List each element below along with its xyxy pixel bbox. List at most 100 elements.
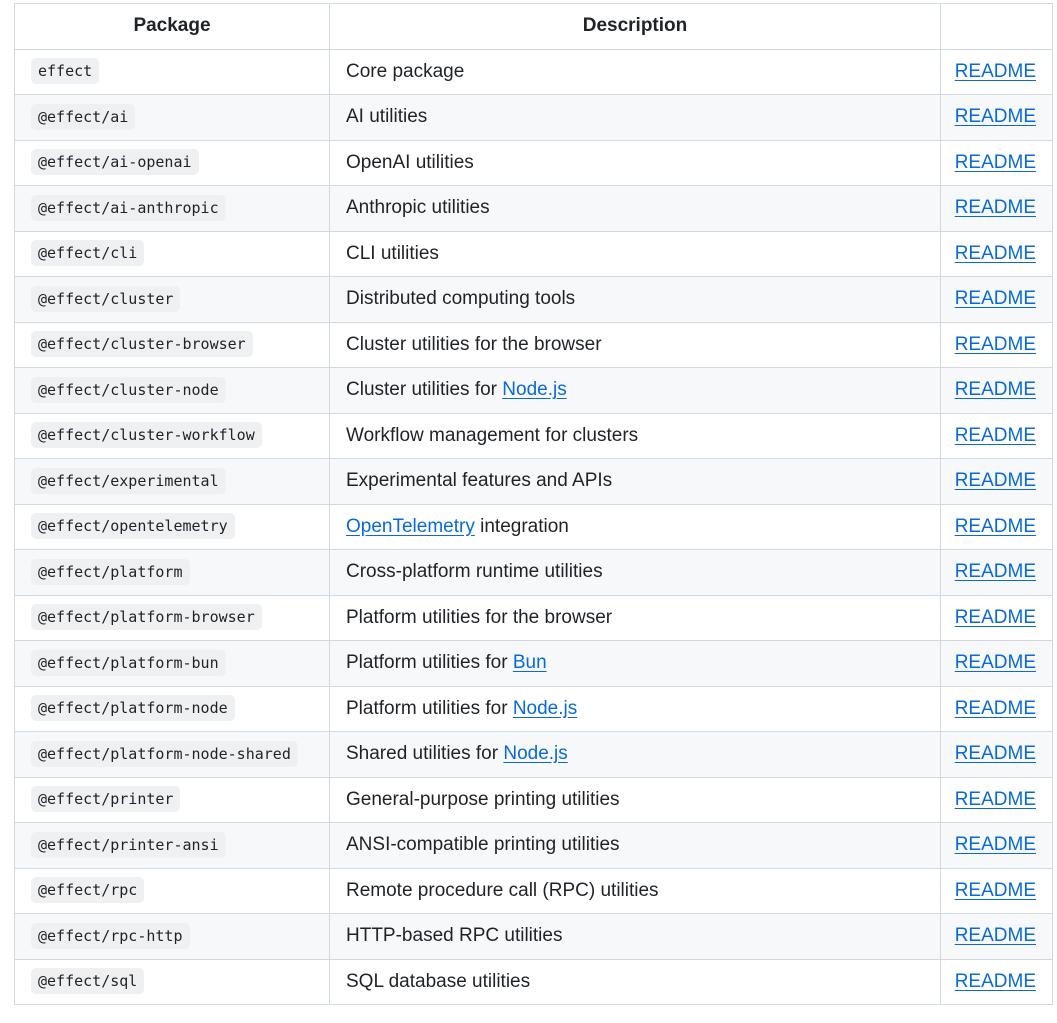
readme-cell: README [940, 94, 1053, 141]
readme-cell: README [940, 503, 1053, 550]
description-cell: Cross-platform runtime utilities [329, 549, 941, 596]
description-cell: Remote procedure call (RPC) utilities [329, 867, 941, 914]
readme-link[interactable]: README [955, 743, 1036, 764]
readme-cell: README [940, 321, 1053, 368]
table-row: @effect/cluster-browser Cluster utilities… [14, 321, 1053, 368]
description-cell: Shared utilities for Node.js [329, 731, 941, 778]
description-cell: AI utilities [329, 94, 941, 141]
package-cell: @effect/platform-browser [14, 594, 330, 641]
readme-link[interactable]: README [955, 288, 1036, 309]
readme-link[interactable]: README [955, 152, 1036, 173]
readme-cell: README [940, 776, 1053, 823]
packages-table-container: Package Description effect Core package RE… [14, 3, 1053, 1005]
package-name: @effect/platform-node-shared [31, 740, 298, 767]
readme-link[interactable]: README [955, 379, 1036, 400]
package-name: @effect/platform-browser [31, 604, 262, 631]
readme-link[interactable]: README [955, 425, 1036, 446]
description-link[interactable]: OpenTelemetry [346, 516, 475, 537]
readme-cell: README [940, 731, 1053, 778]
description-link[interactable]: Bun [513, 652, 547, 673]
description-text: Shared utilities for [346, 743, 504, 765]
description-link[interactable]: Node.js [503, 743, 567, 764]
table-row: effect Core package README [14, 48, 1053, 95]
table-row: @effect/cli CLI utilities README [14, 230, 1053, 277]
package-name: @effect/rpc [31, 877, 145, 904]
package-cell: @effect/rpc [14, 867, 330, 914]
description-cell: General-purpose printing utilities [329, 776, 941, 823]
package-cell: @effect/ai-openai [14, 139, 330, 186]
package-cell: @effect/cli [14, 230, 330, 277]
table-row: @effect/experimental Experimental feature… [14, 458, 1053, 505]
description-link[interactable]: Node.js [502, 379, 566, 400]
description-text: Cluster utilities for the browser [346, 333, 602, 355]
description-cell: HTTP-based RPC utilities [329, 913, 941, 960]
package-name: @effect/platform-bun [31, 649, 226, 676]
description-cell: OpenAI utilities [329, 139, 941, 186]
package-cell: @effect/cluster-node [14, 367, 330, 414]
description-text: integration [474, 515, 569, 537]
description-text: Cross-platform runtime utilities [346, 561, 603, 583]
package-name: @effect/printer-ansi [31, 831, 226, 858]
readme-link[interactable]: README [955, 197, 1036, 218]
packages-table: Package Description effect Core package RE… [14, 3, 1053, 1005]
header-package: Package [14, 3, 330, 50]
readme-cell: README [940, 458, 1053, 505]
description-cell: SQL database utilities [329, 958, 941, 1005]
header-links [940, 3, 1053, 50]
description-link[interactable]: Node.js [513, 698, 577, 719]
readme-link[interactable]: README [955, 61, 1036, 82]
table-row: @effect/ai AI utilities README [14, 94, 1053, 141]
description-cell: Cluster utilities for Node.js [329, 367, 941, 414]
description-cell: Cluster utilities for the browser [329, 321, 941, 368]
table-row: @effect/platform Cross-platform runtime u… [14, 549, 1053, 596]
table-row: @effect/ai-anthropic Anthropic utilities R… [14, 185, 1053, 232]
table-row: @effect/platform-node-shared Shared utili… [14, 731, 1053, 778]
package-name: @effect/cluster-node [31, 376, 226, 403]
description-cell: ANSI-compatible printing utilities [329, 822, 941, 869]
package-name: @effect/cluster [31, 285, 181, 312]
readme-link[interactable]: README [955, 880, 1036, 901]
readme-link[interactable]: README [955, 971, 1036, 992]
description-cell: OpenTelemetry integration [329, 503, 941, 550]
description-cell: Experimental features and APIs [329, 458, 941, 505]
readme-link[interactable]: README [955, 561, 1036, 582]
package-name: @effect/ai [31, 103, 136, 130]
description-text: SQL database utilities [346, 970, 531, 992]
readme-cell: README [940, 139, 1053, 186]
readme-link[interactable]: README [955, 607, 1036, 628]
description-cell: Platform utilities for Bun [329, 640, 941, 687]
table-row: @effect/rpc-http HTTP-based RPC utilities… [14, 913, 1053, 960]
readme-link[interactable]: README [955, 243, 1036, 264]
description-cell: Platform utilities for the browser [329, 594, 941, 641]
readme-link[interactable]: README [955, 652, 1036, 673]
description-text: AI utilities [346, 106, 428, 128]
readme-link[interactable]: README [955, 470, 1036, 491]
readme-cell: README [940, 367, 1053, 414]
readme-link[interactable]: README [955, 698, 1036, 719]
package-cell: @effect/cluster-browser [14, 321, 330, 368]
readme-link[interactable]: README [955, 106, 1036, 127]
table-row: @effect/sql SQL database utilities README [14, 958, 1053, 1005]
table-row: @effect/platform-browser Platform utiliti… [14, 594, 1053, 641]
readme-link[interactable]: README [955, 834, 1036, 855]
readme-link[interactable]: README [955, 516, 1036, 537]
package-name: @effect/cluster-browser [31, 331, 253, 358]
table-row: @effect/printer General-purpose printing … [14, 776, 1053, 823]
readme-link[interactable]: README [955, 334, 1036, 355]
package-cell: @effect/printer-ansi [14, 822, 330, 869]
readme-cell: README [940, 230, 1053, 277]
readme-cell: README [940, 685, 1053, 732]
description-text: Platform utilities for [346, 697, 513, 719]
description-text: OpenAI utilities [346, 151, 474, 173]
readme-link[interactable]: README [955, 925, 1036, 946]
table-header-row: Package Description [14, 3, 1053, 50]
package-name: @effect/platform-node [31, 695, 235, 722]
readme-link[interactable]: README [955, 789, 1036, 810]
package-cell: @effect/sql [14, 958, 330, 1005]
package-name: @effect/rpc-http [31, 922, 190, 949]
table-row: @effect/cluster-workflow Workflow managem… [14, 412, 1053, 459]
readme-cell: README [940, 276, 1053, 323]
readme-cell: README [940, 867, 1053, 914]
description-cell: CLI utilities [329, 230, 941, 277]
package-cell: @effect/opentelemetry [14, 503, 330, 550]
